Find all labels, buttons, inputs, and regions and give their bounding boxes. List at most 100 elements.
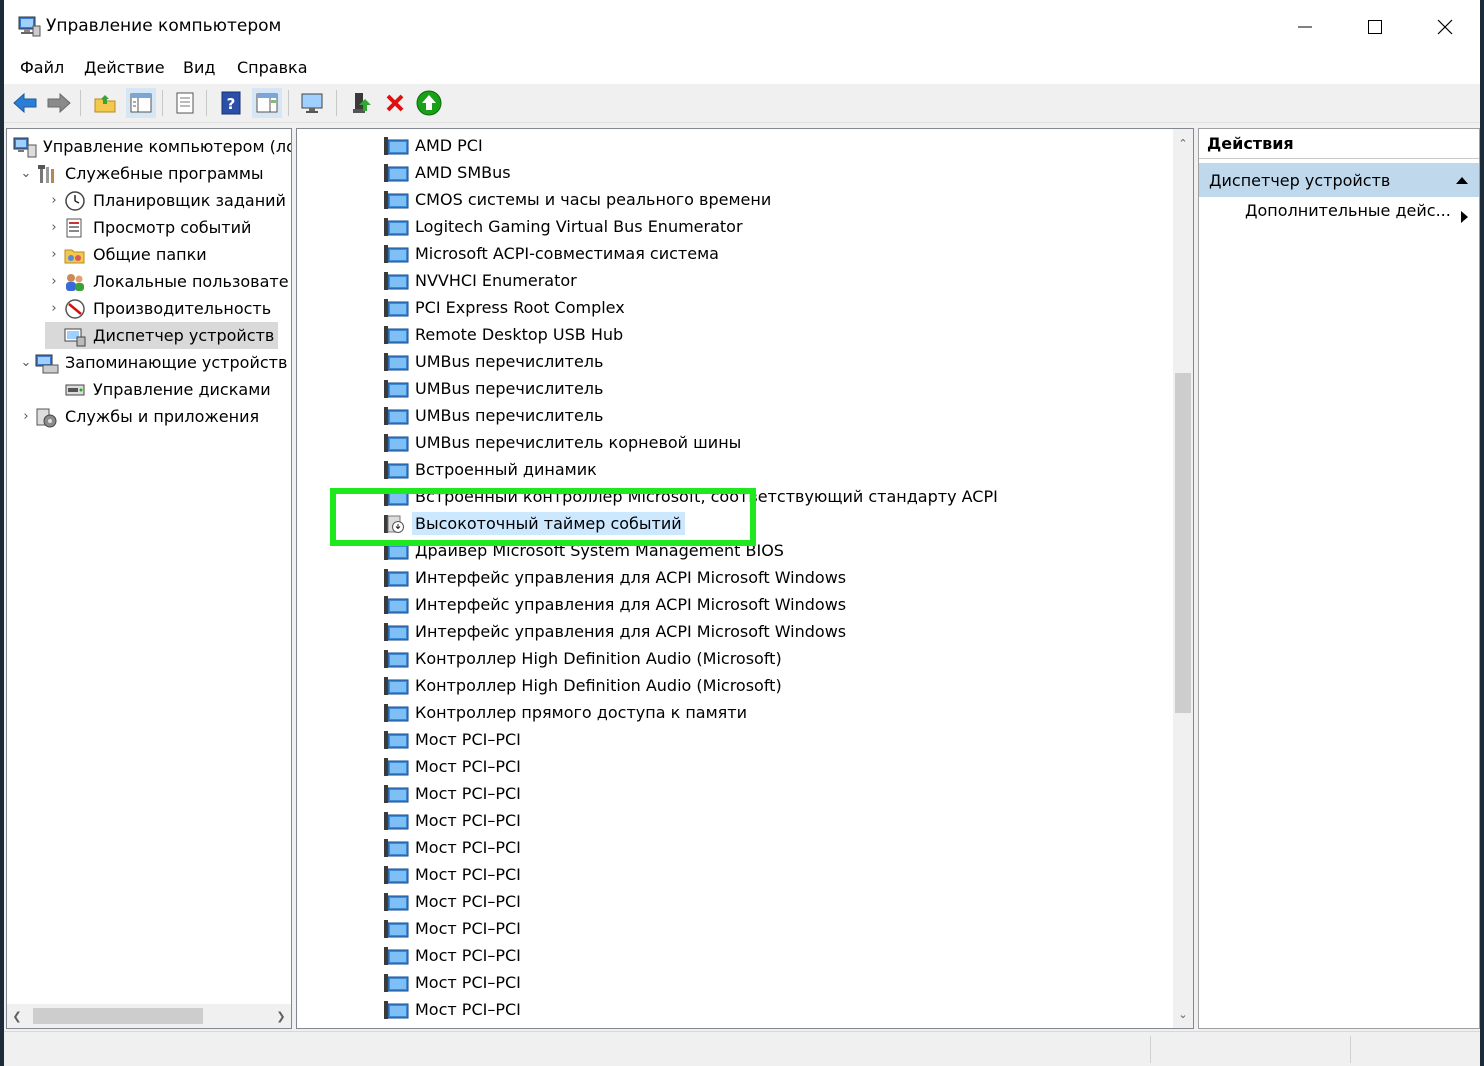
- device-item[interactable]: UMBus перечислитель: [383, 348, 603, 375]
- status-bar: [4, 1031, 1480, 1066]
- tree-item[interactable]: Управление компьютером (лс: [11, 133, 292, 160]
- properties-button[interactable]: [170, 88, 200, 118]
- device-item[interactable]: Мост PCI–PCI: [383, 780, 521, 807]
- minimize-button[interactable]: [1270, 0, 1340, 54]
- device-item[interactable]: Logitech Gaming Virtual Bus Enumerator: [383, 213, 743, 240]
- expanded-chevron-icon[interactable]: ⌄: [17, 160, 35, 187]
- device-item[interactable]: Интерфейс управления для ACPI Microsoft …: [383, 618, 846, 645]
- device-item-label: Контроллер High Definition Audio (Micros…: [415, 676, 782, 695]
- device-item-label: Мост PCI–PCI: [415, 892, 521, 911]
- device-item[interactable]: Мост PCI–PCI: [383, 996, 521, 1023]
- action-pane-icon: [256, 93, 278, 113]
- tree-item[interactable]: › Службы и приложения: [17, 403, 259, 430]
- menu-file[interactable]: Файл: [20, 58, 64, 77]
- enable-device-button[interactable]: [414, 88, 444, 118]
- status-divider: [1150, 1036, 1151, 1063]
- show-hide-console-tree-button[interactable]: [126, 88, 156, 118]
- device-item[interactable]: AMD PCI: [383, 132, 483, 159]
- tree-item[interactable]: Управление дисками: [45, 376, 271, 403]
- device-item[interactable]: Интерфейс управления для ACPI Microsoft …: [383, 591, 846, 618]
- device-item[interactable]: NVVHCI Enumerator: [383, 267, 577, 294]
- toolbar-separator: [288, 90, 289, 116]
- collapsed-chevron-icon[interactable]: ›: [45, 214, 63, 241]
- menu-help[interactable]: Справка: [237, 58, 308, 77]
- device-list-scroll-thumb[interactable]: [1175, 373, 1191, 713]
- device-item[interactable]: Мост PCI–PCI: [383, 861, 521, 888]
- tree-item[interactable]: › Производительность: [45, 295, 271, 322]
- device-item[interactable]: Мост PCI–PCI: [383, 915, 521, 942]
- tree-horizontal-scroll-thumb[interactable]: [33, 1008, 203, 1024]
- system-device-icon: [384, 460, 409, 479]
- scroll-left-arrow-icon[interactable]: ❮: [7, 1004, 27, 1028]
- collapsed-chevron-icon[interactable]: ›: [45, 295, 63, 322]
- device-item[interactable]: UMBus перечислитель корневой шины: [383, 429, 741, 456]
- uninstall-device-button[interactable]: [380, 88, 410, 118]
- more-actions-item[interactable]: Дополнительные дейс...: [1245, 201, 1451, 220]
- device-item[interactable]: Мост PCI–PCI: [383, 807, 521, 834]
- tree-item[interactable]: ⌄ Служебные программы: [17, 160, 264, 187]
- update-driver-button[interactable]: [346, 88, 376, 118]
- device-item-label: Мост PCI–PCI: [415, 838, 521, 857]
- collapsed-chevron-icon[interactable]: ›: [45, 187, 63, 214]
- tree-item[interactable]: › Общие папки: [45, 241, 206, 268]
- system-device-icon: [384, 676, 409, 695]
- system-device-icon: [384, 568, 409, 587]
- back-button[interactable]: [10, 88, 40, 118]
- expanded-chevron-icon[interactable]: ⌄: [17, 349, 35, 376]
- device-item-label: Мост PCI–PCI: [415, 730, 521, 749]
- green-up-arrow-icon: [416, 90, 442, 116]
- system-device-icon: [384, 1000, 409, 1019]
- menu-action[interactable]: Действие: [84, 58, 165, 77]
- help-button[interactable]: ?: [216, 88, 246, 118]
- device-item[interactable]: CMOS системы и часы реального времени: [383, 186, 771, 213]
- forward-button[interactable]: [44, 88, 74, 118]
- device-item[interactable]: Встроенный динамик: [383, 456, 597, 483]
- menu-view[interactable]: Вид: [183, 58, 215, 77]
- tree-item-label: Управление компьютером (лс: [43, 137, 292, 156]
- tree-item[interactable]: ⌄ Запоминающие устройств: [17, 349, 287, 376]
- scroll-down-arrow-icon[interactable]: ⌄: [1173, 1004, 1193, 1024]
- collapsed-chevron-icon[interactable]: ›: [45, 268, 63, 295]
- device-item[interactable]: UMBus перечислитель: [383, 375, 603, 402]
- show-hide-action-pane-button[interactable]: [252, 88, 282, 118]
- scroll-right-arrow-icon[interactable]: ❯: [271, 1004, 291, 1028]
- device-item[interactable]: Microsoft ACPI-совместимая система: [383, 240, 719, 267]
- actions-section-device-manager[interactable]: Диспетчер устройств: [1199, 163, 1479, 197]
- scan-hardware-button[interactable]: [298, 88, 328, 118]
- device-item[interactable]: Контроллер High Definition Audio (Micros…: [383, 672, 782, 699]
- collapsed-chevron-icon[interactable]: ›: [17, 403, 35, 430]
- services-icon: [36, 408, 57, 427]
- system-device-icon: [384, 190, 409, 209]
- system-device-icon: [384, 298, 409, 317]
- tree-item[interactable]: › Планировщик заданий: [45, 187, 286, 214]
- tree-item[interactable]: › Просмотр событий: [45, 214, 251, 241]
- device-item[interactable]: Контроллер High Definition Audio (Micros…: [383, 645, 782, 672]
- device-item[interactable]: AMD SMBus: [383, 159, 511, 186]
- device-item[interactable]: UMBus перечислитель: [383, 402, 603, 429]
- tree-item[interactable]: › Локальные пользовате: [45, 268, 288, 295]
- collapsed-chevron-icon[interactable]: ›: [45, 241, 63, 268]
- device-item[interactable]: Интерфейс управления для ACPI Microsoft …: [383, 564, 846, 591]
- device-item[interactable]: Remote Desktop USB Hub: [383, 321, 623, 348]
- device-item[interactable]: PCI Express Root Complex: [383, 294, 625, 321]
- tree-horizontal-scrollbar[interactable]: ❮ ❯: [7, 1004, 291, 1028]
- device-item[interactable]: Мост PCI–PCI: [383, 888, 521, 915]
- device-item[interactable]: Мост PCI–PCI: [383, 726, 521, 753]
- scroll-up-arrow-icon[interactable]: ⌃: [1173, 133, 1193, 153]
- device-item[interactable]: Мост PCI–PCI: [383, 834, 521, 861]
- close-button[interactable]: [1410, 0, 1480, 54]
- device-item-label: Мост PCI–PCI: [415, 784, 521, 803]
- maximize-button[interactable]: [1340, 0, 1410, 54]
- device-item[interactable]: Мост PCI–PCI: [383, 969, 521, 996]
- tree-item[interactable]: Диспетчер устройств: [45, 322, 279, 349]
- device-item-label: Встроенный динамик: [415, 460, 597, 479]
- device-item[interactable]: Мост PCI–PCI: [383, 942, 521, 969]
- up-one-level-button[interactable]: [90, 88, 120, 118]
- device-item[interactable]: Контроллер прямого доступа к памяти: [383, 699, 747, 726]
- device-item[interactable]: Мост PCI–PCI: [383, 753, 521, 780]
- device-list-vertical-scrollbar[interactable]: ⌃ ⌄: [1173, 129, 1193, 1028]
- submenu-arrow-icon: [1461, 211, 1468, 223]
- computer-management-icon: [13, 137, 37, 157]
